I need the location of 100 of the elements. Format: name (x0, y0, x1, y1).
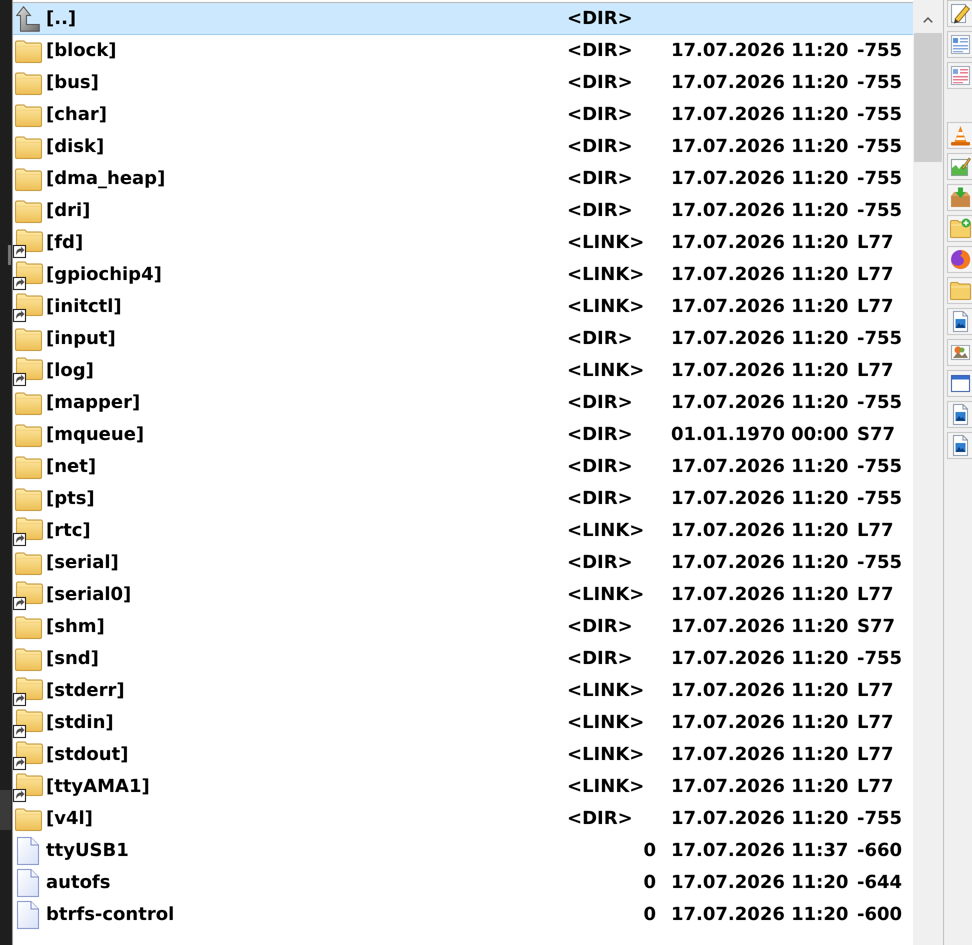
file-name: [mapper] (46, 392, 140, 413)
file-size: <DIR> (567, 426, 633, 444)
file-icon (17, 869, 39, 897)
file-icon (17, 901, 39, 929)
folder-plus-icon (950, 218, 971, 239)
file-attributes: -755 (857, 328, 902, 349)
toolbar-button[interactable] (947, 0, 972, 27)
file-date: 17.07.2026 11:20 (671, 904, 848, 925)
file-size: <LINK> (567, 586, 644, 604)
file-row[interactable]: [log] <LINK> 17.07.2026 11:20 L77 (13, 355, 913, 387)
file-icon (17, 837, 39, 865)
file-attributes: L77 (857, 584, 894, 605)
file-date: 17.07.2026 11:20 (671, 712, 848, 733)
folder-icon (15, 136, 42, 158)
file-attributes: -755 (857, 808, 902, 829)
file-row[interactable]: [char] <DIR> 17.07.2026 11:20 -755 (13, 99, 913, 131)
folder-icon (15, 168, 42, 190)
file-name: [bus] (46, 72, 99, 93)
file-date: 17.07.2026 11:20 (671, 488, 848, 509)
file-name: btrfs-control (46, 904, 174, 925)
file-name: [input] (46, 328, 116, 349)
file-name: [serial0] (46, 584, 132, 605)
scrollbar-thumb[interactable] (914, 33, 942, 162)
file-date: 17.07.2026 11:20 (671, 680, 848, 701)
file-row[interactable]: [..] <DIR> (13, 3, 913, 35)
file-date: 17.07.2026 11:20 (671, 296, 848, 317)
file-attributes: -755 (857, 104, 902, 125)
file-date: 17.07.2026 11:20 (671, 328, 848, 349)
file-size: <DIR> (567, 810, 633, 828)
file-size: <DIR> (567, 170, 633, 188)
folder-icon (15, 424, 42, 446)
file-row[interactable]: [dma_heap] <DIR> 17.07.2026 11:20 -755 (13, 163, 913, 195)
file-row[interactable]: [shm] <DIR> 17.07.2026 11:20 S77 (13, 611, 913, 643)
picture-icon (950, 342, 971, 363)
file-row[interactable]: [gpiochip4] <LINK> 17.07.2026 11:20 L77 (13, 259, 913, 291)
file-row[interactable]: [pts] <DIR> 17.07.2026 11:20 -755 (13, 483, 913, 515)
file-name: ttyUSB1 (46, 840, 129, 861)
file-row[interactable]: [stderr] <LINK> 17.07.2026 11:20 L77 (13, 675, 913, 707)
file-attributes: L77 (857, 264, 894, 285)
file-row[interactable]: [serial] <DIR> 17.07.2026 11:20 -755 (13, 547, 913, 579)
file-row[interactable]: [disk] <DIR> 17.07.2026 11:20 -755 (13, 131, 913, 163)
toolbar-button[interactable] (947, 370, 972, 397)
document-icon (950, 34, 971, 55)
file-size: <DIR> (567, 394, 633, 412)
file-size: <DIR> (567, 650, 633, 668)
folder-icon (15, 200, 42, 222)
folder-shortcut-icon (13, 292, 43, 322)
file-row[interactable]: btrfs-control 0 17.07.2026 11:20 -600 (13, 899, 913, 931)
toolbar-button[interactable] (947, 401, 972, 428)
file-date: 17.07.2026 11:20 (671, 40, 848, 61)
file-row[interactable]: autofs 0 17.07.2026 11:20 -644 (13, 867, 913, 899)
file-row[interactable]: [snd] <DIR> 17.07.2026 11:20 -755 (13, 643, 913, 675)
file-name: [log] (46, 360, 94, 381)
file-name: [gpiochip4] (46, 264, 162, 285)
file-size: <DIR> (567, 458, 633, 476)
file-date: 17.07.2026 11:20 (671, 616, 848, 637)
pencil-icon (950, 3, 971, 24)
scrollbar-thumb[interactable] (8, 245, 11, 265)
file-attributes: -755 (857, 40, 902, 61)
file-name: [rtc] (46, 520, 91, 541)
folder-icon (15, 456, 42, 478)
file-size: <LINK> (567, 682, 644, 700)
file-attributes: -755 (857, 456, 902, 477)
file-attributes: -755 (857, 488, 902, 509)
file-row[interactable]: [mapper] <DIR> 17.07.2026 11:20 -755 (13, 387, 913, 419)
toolbar-button[interactable] (947, 246, 972, 273)
file-name: [mqueue] (46, 424, 144, 445)
file-row[interactable]: [initctl] <LINK> 17.07.2026 11:20 L77 (13, 291, 913, 323)
file-name: [dma_heap] (46, 168, 166, 189)
file-row[interactable]: [rtc] <LINK> 17.07.2026 11:20 L77 (13, 515, 913, 547)
file-date: 17.07.2026 11:20 (671, 136, 848, 157)
file-row[interactable]: [net] <DIR> 17.07.2026 11:20 -755 (13, 451, 913, 483)
file-row[interactable]: [stdout] <LINK> 17.07.2026 11:20 L77 (13, 739, 913, 771)
file-name: [v4l] (46, 808, 93, 829)
toolbar-button[interactable] (947, 308, 972, 335)
file-name: [serial] (46, 552, 119, 573)
toolbar-button[interactable] (947, 432, 972, 459)
file-row[interactable]: [input] <DIR> 17.07.2026 11:20 -755 (13, 323, 913, 355)
file-size: <DIR> (567, 42, 633, 60)
file-size: <LINK> (567, 746, 644, 764)
folder-icon (950, 280, 971, 301)
file-date: 17.07.2026 11:20 (671, 360, 848, 381)
file-name: [snd] (46, 648, 99, 669)
file-row[interactable]: [serial0] <LINK> 17.07.2026 11:20 L77 (13, 579, 913, 611)
file-row[interactable]: [bus] <DIR> 17.07.2026 11:20 -755 (13, 67, 913, 99)
file-name: [initctl] (46, 296, 122, 317)
file-row[interactable]: [dri] <DIR> 17.07.2026 11:20 -755 (13, 195, 913, 227)
file-attributes: -755 (857, 648, 902, 669)
file-row[interactable]: [v4l] <DIR> 17.07.2026 11:20 -755 (13, 803, 913, 835)
file-attributes: L77 (857, 776, 894, 797)
file-row[interactable]: [mqueue] <DIR> 01.01.1970 00:00 S77 (13, 419, 913, 451)
file-row[interactable]: [fd] <LINK> 17.07.2026 11:20 L77 (13, 227, 913, 259)
file-size: <DIR> (567, 106, 633, 124)
folder-icon (15, 808, 42, 830)
file-row[interactable]: ttyUSB1 0 17.07.2026 11:37 -660 (13, 835, 913, 867)
file-row[interactable]: [block] <DIR> 17.07.2026 11:20 -755 (13, 35, 913, 67)
file-row[interactable]: [stdin] <LINK> 17.07.2026 11:20 L77 (13, 707, 913, 739)
file-row[interactable]: [ttyAMA1] <LINK> 17.07.2026 11:20 L77 (13, 771, 913, 803)
file-name: [stdout] (46, 744, 128, 765)
file-date: 17.07.2026 11:20 (671, 648, 848, 669)
